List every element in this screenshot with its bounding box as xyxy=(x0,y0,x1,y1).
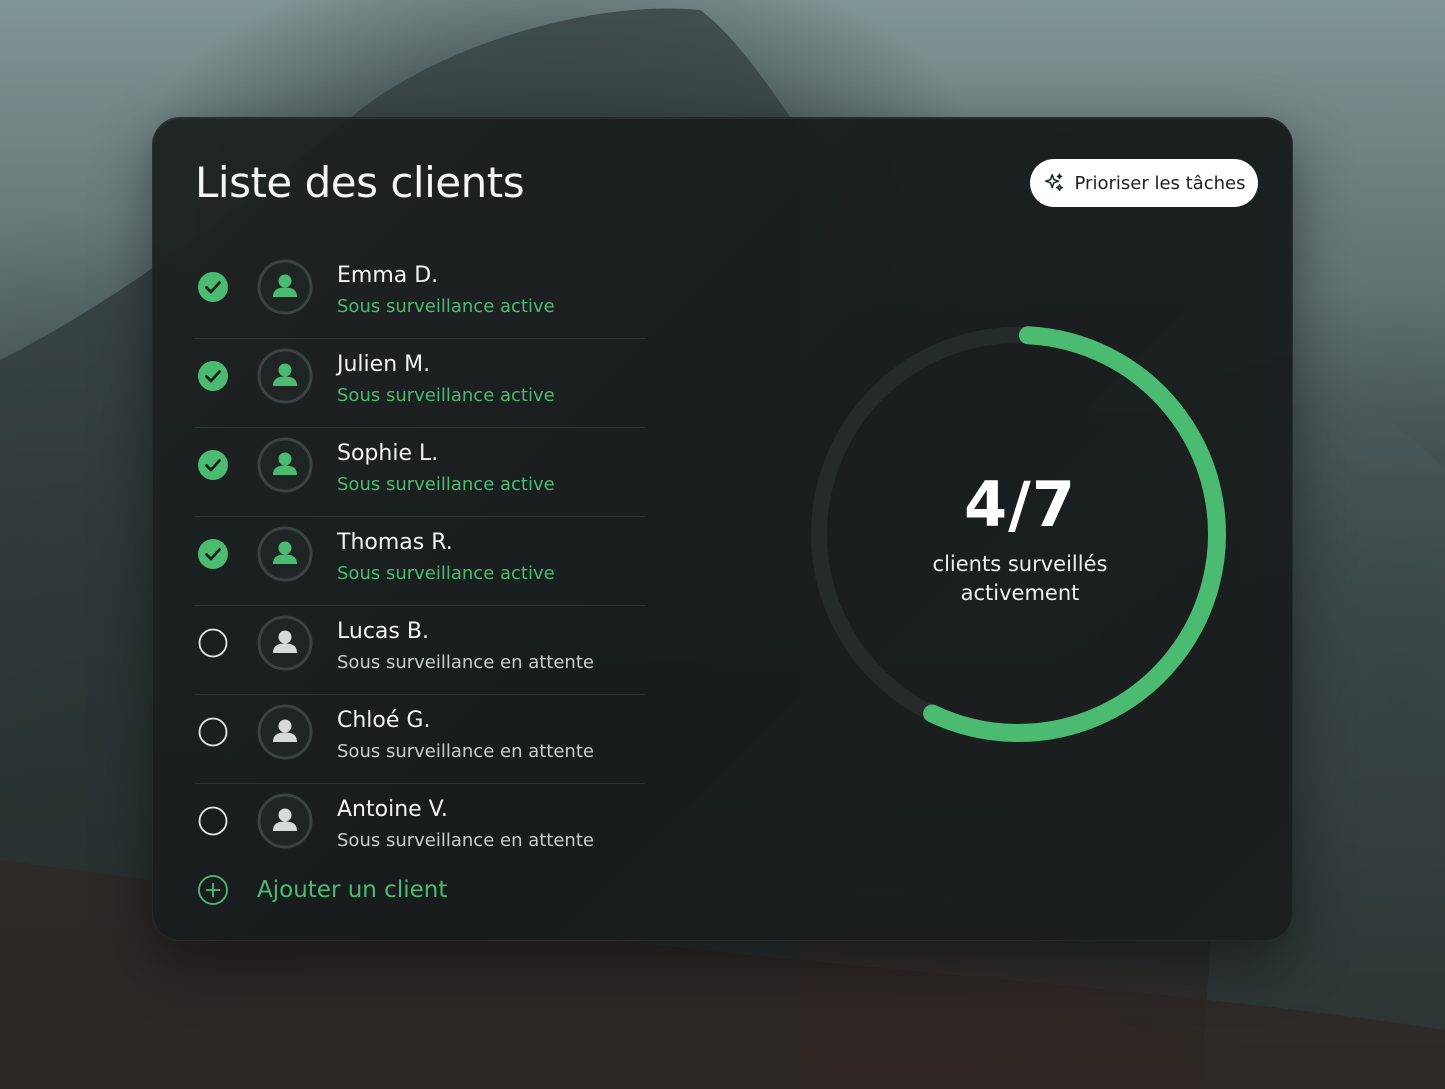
client-name: Thomas R. xyxy=(337,530,453,555)
client-status: Sous surveillance active xyxy=(337,296,555,317)
user-icon xyxy=(257,704,313,760)
add-client-label: Ajouter un client xyxy=(257,877,448,903)
client-name: Sophie L. xyxy=(337,441,439,466)
check-circle-icon[interactable] xyxy=(198,272,228,302)
empty-circle-icon[interactable] xyxy=(198,717,228,747)
user-icon xyxy=(257,615,313,671)
client-name: Emma D. xyxy=(337,263,439,288)
check-circle-icon[interactable] xyxy=(198,450,228,480)
progress-summary: 4/7 clients surveillés activement xyxy=(890,474,1150,609)
user-icon xyxy=(257,526,313,582)
progress-label: clients surveillés activement xyxy=(890,550,1150,609)
prioritize-tasks-button[interactable]: Prioriser les tâches xyxy=(1030,159,1258,207)
progress-label-line1: clients surveillés xyxy=(932,552,1108,576)
client-row[interactable]: Thomas R. Sous surveillance active xyxy=(195,517,645,606)
client-status: Sous surveillance en attente xyxy=(337,830,594,851)
client-row[interactable]: Emma D. Sous surveillance active xyxy=(195,250,645,339)
sparkle-icon xyxy=(1044,173,1063,192)
client-name: Chloé G. xyxy=(337,708,431,733)
user-icon xyxy=(257,793,313,849)
client-list: Emma D. Sous surveillance active Julien M… xyxy=(195,250,645,872)
empty-circle-icon[interactable] xyxy=(198,628,228,658)
client-name: Antoine V. xyxy=(337,797,448,822)
check-circle-icon[interactable] xyxy=(198,539,228,569)
client-name: Julien M. xyxy=(337,352,431,377)
client-row[interactable]: Julien M. Sous surveillance active xyxy=(195,339,645,428)
plus-circle-icon xyxy=(198,875,228,905)
client-status: Sous surveillance en attente xyxy=(337,652,594,673)
user-icon xyxy=(257,348,313,404)
client-row[interactable]: Lucas B. Sous surveillance en attente xyxy=(195,606,645,695)
empty-circle-icon[interactable] xyxy=(198,806,228,836)
prioritize-tasks-label: Prioriser les tâches xyxy=(1074,172,1246,194)
page-title: Liste des clients xyxy=(195,158,525,207)
client-name: Lucas B. xyxy=(337,619,429,644)
client-status: Sous surveillance active xyxy=(337,385,555,406)
client-list-card: Liste des clients Prioriser les tâches E… xyxy=(152,117,1293,941)
add-client-button[interactable]: Ajouter un client xyxy=(197,874,447,906)
user-icon xyxy=(257,259,313,315)
client-row[interactable]: Chloé G. Sous surveillance en attente xyxy=(195,695,645,784)
client-status: Sous surveillance active xyxy=(337,474,555,495)
client-status: Sous surveillance en attente xyxy=(337,741,594,762)
progress-label-line2: activement xyxy=(960,581,1080,606)
check-circle-icon[interactable] xyxy=(198,361,228,391)
client-status: Sous surveillance active xyxy=(337,563,555,584)
client-row[interactable]: Sophie L. Sous surveillance active xyxy=(195,428,645,517)
user-icon xyxy=(257,437,313,493)
progress-ratio: 4/7 xyxy=(964,468,1076,541)
client-row[interactable]: Antoine V. Sous surveillance en attente xyxy=(195,784,645,872)
